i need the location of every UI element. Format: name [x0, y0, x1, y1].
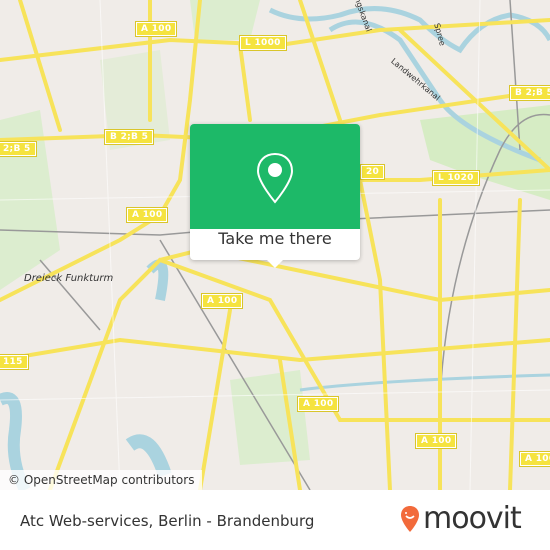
road-shield: 20 [359, 164, 386, 180]
road-shield: B 2;B 5 [103, 129, 155, 145]
road-shield: L 1000 [239, 35, 287, 51]
road-shield: A 100 [296, 396, 340, 412]
road-shield: A 100 [414, 433, 458, 449]
location-popup: Take me there [190, 124, 360, 268]
road-shield: A 100 [134, 21, 178, 37]
road-shield: A 100 [200, 293, 244, 309]
take-me-there-button[interactable]: Take me there [190, 229, 360, 260]
road-shield: A 100 [125, 207, 169, 223]
popup-pointer [266, 259, 284, 268]
map-pin-icon [256, 152, 294, 204]
map-attribution[interactable]: © OpenStreetMap contributors [0, 470, 203, 490]
place-title: Atc Web-services, Berlin - Brandenburg [20, 512, 315, 530]
moovit-pin-icon [401, 506, 419, 532]
place-label: Dreieck Funkturm [24, 273, 114, 284]
footer: Atc Web-services, Berlin - Brandenburg m… [0, 490, 550, 550]
road-shield: 115 [0, 354, 29, 370]
road-shield: B 2;B 5 [508, 85, 550, 101]
moovit-logo[interactable]: moovit [400, 501, 522, 536]
road-shield: 2;B 5 [0, 141, 37, 157]
brand-name: moovit [423, 501, 522, 536]
map[interactable]: A 100 L 1000 B 2;B 5 2;B 5 B 2;B 5 L 102… [0, 0, 550, 490]
popup-header [190, 124, 360, 229]
road-shield: A 100 [518, 451, 550, 467]
road-shield: L 1020 [432, 170, 480, 186]
